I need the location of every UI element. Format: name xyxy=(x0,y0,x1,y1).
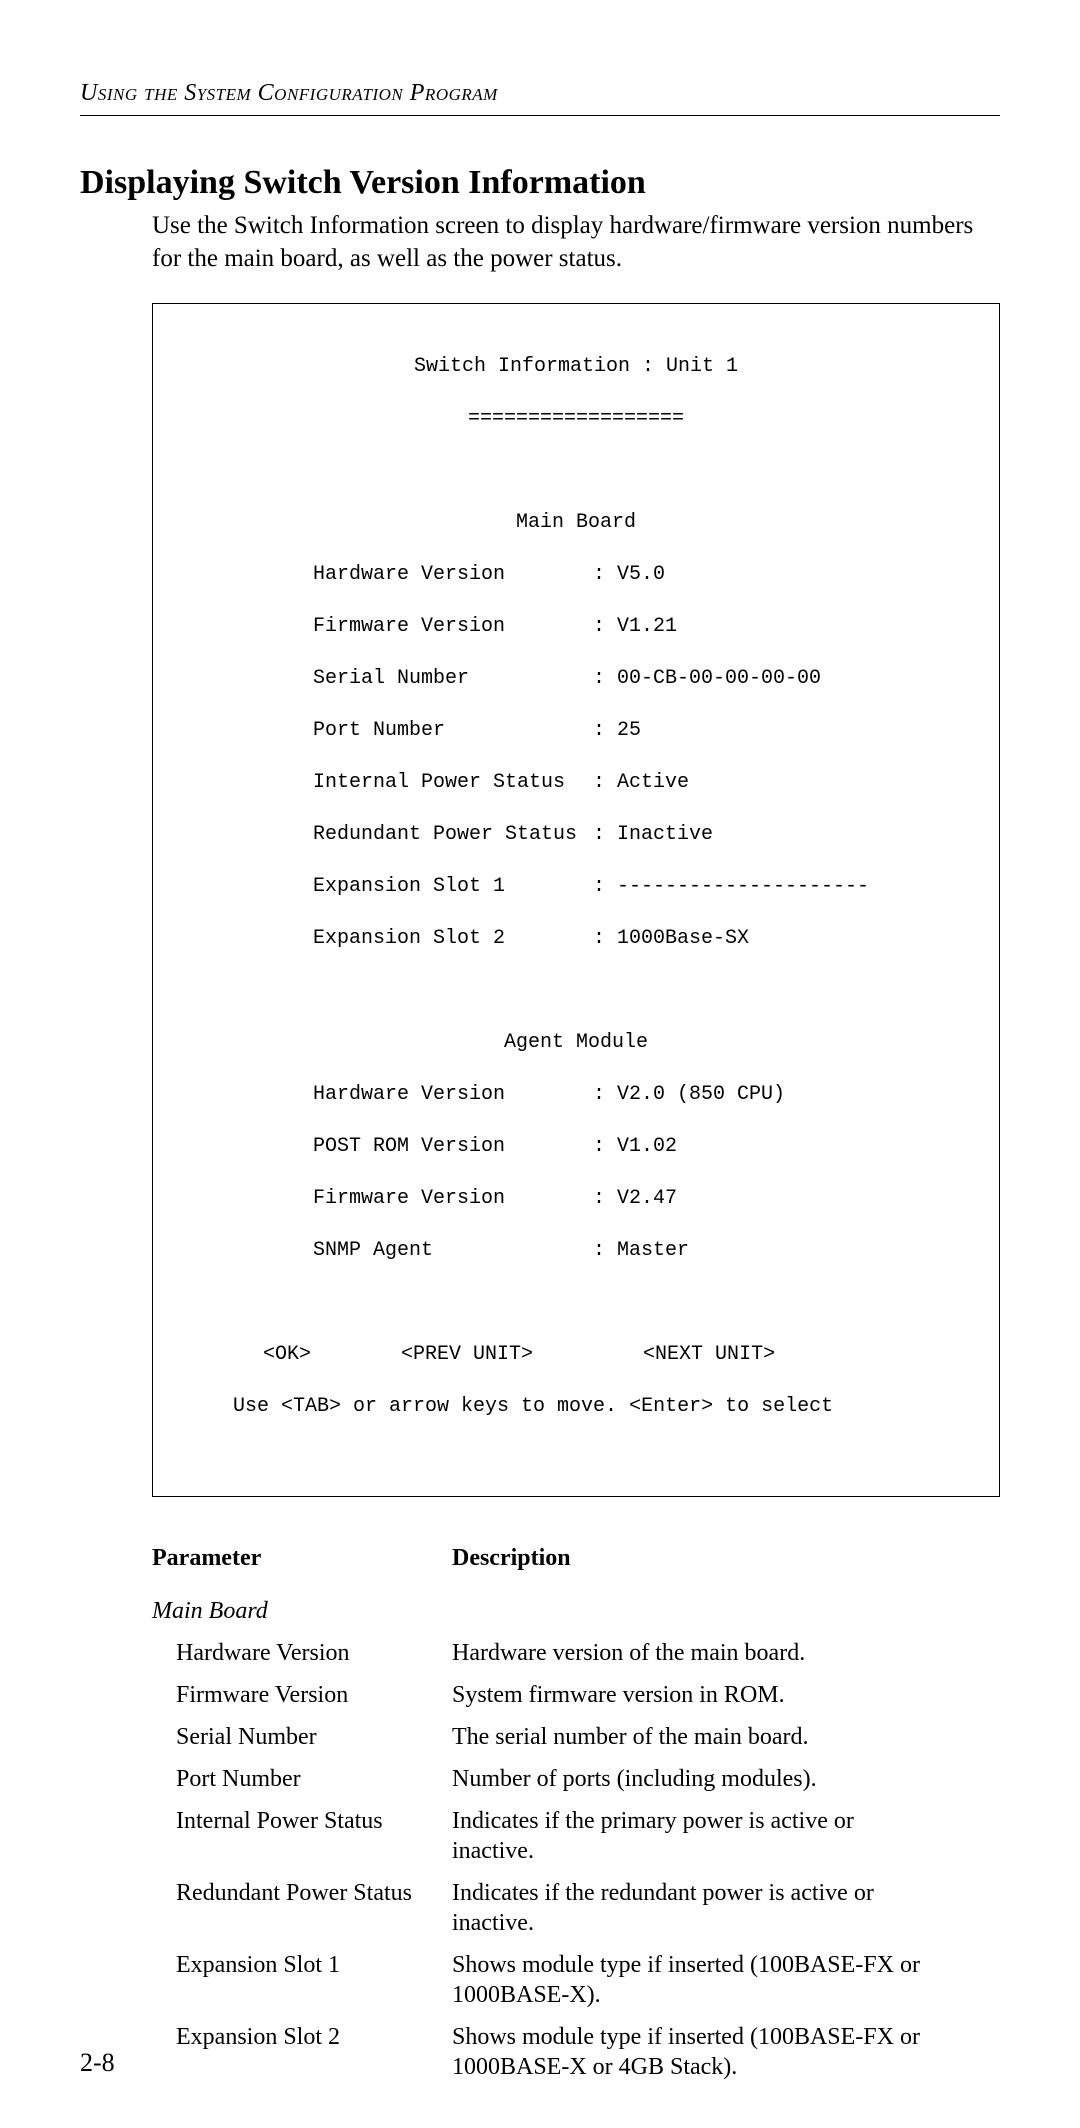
mb-hw-value: V5.0 xyxy=(593,562,665,588)
mb-pn-label: Port Number xyxy=(313,718,593,744)
am-row-post: POST ROM VersionV1.02 xyxy=(163,1134,989,1160)
am-row-snmp: SNMP AgentMaster xyxy=(163,1238,989,1264)
param-name: Internal Power Status xyxy=(152,1800,452,1872)
mb-row-es1: Expansion Slot 1--------------------- xyxy=(163,874,989,900)
table-row: Hardware Version Hardware version of the… xyxy=(152,1632,972,1674)
mb-ips-label: Internal Power Status xyxy=(313,770,593,796)
mb-fw-value: V1.21 xyxy=(593,614,677,640)
param-name: Serial Number xyxy=(152,1716,452,1758)
terminal-title-underline: ================== xyxy=(163,406,989,432)
param-name: Expansion Slot 2 xyxy=(152,2016,452,2088)
param-desc: Indicates if the primary power is active… xyxy=(452,1800,972,1872)
mb-sn-label: Serial Number xyxy=(313,666,593,692)
table-row: Redundant Power Status Indicates if the … xyxy=(152,1872,972,1944)
mb-fw-label: Firmware Version xyxy=(313,614,593,640)
am-snmp-label: SNMP Agent xyxy=(313,1238,593,1264)
param-desc: The serial number of the main board. xyxy=(452,1716,972,1758)
mb-rps-value: Inactive xyxy=(593,822,713,848)
am-fw-label: Firmware Version xyxy=(313,1186,593,1212)
agent-module-header: Agent Module xyxy=(163,1030,989,1056)
col-head-description: Description xyxy=(452,1545,972,1590)
am-hw-label: Hardware Version xyxy=(313,1082,593,1108)
param-name: Firmware Version xyxy=(152,1674,452,1716)
mb-rps-label: Redundant Power Status xyxy=(313,822,593,848)
terminal-hint: Use <TAB> or arrow keys to move. <Enter>… xyxy=(163,1394,989,1420)
mb-ips-value: Active xyxy=(593,770,689,796)
group-head-main-board: Main Board xyxy=(152,1590,972,1632)
mb-es1-label: Expansion Slot 1 xyxy=(313,874,593,900)
param-desc: Shows module type if inserted (100BASE-F… xyxy=(452,1944,972,2016)
terminal-nav: <OK> <PREV UNIT> <NEXT UNIT> xyxy=(163,1342,989,1368)
mb-es1-value: --------------------- xyxy=(593,874,869,900)
table-row: Port Number Number of ports (including m… xyxy=(152,1758,972,1800)
section-title: Displaying Switch Version Information xyxy=(80,164,1000,202)
table-head-row: Parameter Description xyxy=(152,1545,972,1590)
nav-prev[interactable]: <PREV UNIT> xyxy=(401,1342,533,1368)
table-row: Internal Power Status Indicates if the p… xyxy=(152,1800,972,1872)
mb-hw-label: Hardware Version xyxy=(313,562,593,588)
table-row: Expansion Slot 1 Shows module type if in… xyxy=(152,1944,972,2016)
header-rule xyxy=(80,115,1000,116)
param-desc: Hardware version of the main board. xyxy=(452,1632,972,1674)
am-post-value: V1.02 xyxy=(593,1134,677,1160)
param-name: Redundant Power Status xyxy=(152,1872,452,1944)
page-number: 2-8 xyxy=(80,2048,115,2078)
am-row-hw: Hardware VersionV2.0 (850 CPU) xyxy=(163,1082,989,1108)
mb-pn-value: 25 xyxy=(593,718,641,744)
terminal-screenshot: Switch Information : Unit 1 ============… xyxy=(152,303,1000,1497)
am-row-fw: Firmware VersionV2.47 xyxy=(163,1186,989,1212)
intro-paragraph: Use the Switch Information screen to dis… xyxy=(152,210,1000,275)
table-row: Serial Number The serial number of the m… xyxy=(152,1716,972,1758)
group-row-main-board: Main Board xyxy=(152,1590,972,1632)
mb-row-fw: Firmware VersionV1.21 xyxy=(163,614,989,640)
table-row: Firmware Version System firmware version… xyxy=(152,1674,972,1716)
page: Using the System Configuration Program D… xyxy=(0,0,1080,2128)
am-hw-value: V2.0 (850 CPU) xyxy=(593,1082,785,1108)
mb-row-hw: Hardware VersionV5.0 xyxy=(163,562,989,588)
nav-next[interactable]: <NEXT UNIT> xyxy=(643,1342,775,1368)
param-desc: Number of ports (including modules). xyxy=(452,1758,972,1800)
am-snmp-value: Master xyxy=(593,1238,689,1264)
mb-row-pn: Port Number25 xyxy=(163,718,989,744)
table-row: Expansion Slot 2 Shows module type if in… xyxy=(152,2016,972,2088)
col-head-parameter: Parameter xyxy=(152,1545,452,1590)
param-name: Expansion Slot 1 xyxy=(152,1944,452,2016)
mb-sn-value: 00-CB-00-00-00-00 xyxy=(593,666,821,692)
parameter-table: Parameter Description Main Board Hardwar… xyxy=(152,1545,972,2088)
mb-row-es2: Expansion Slot 21000Base-SX xyxy=(163,926,989,952)
param-desc: System firmware version in ROM. xyxy=(452,1674,972,1716)
param-name: Port Number xyxy=(152,1758,452,1800)
mb-row-sn: Serial Number00-CB-00-00-00-00 xyxy=(163,666,989,692)
mb-row-rps: Redundant Power StatusInactive xyxy=(163,822,989,848)
am-fw-value: V2.47 xyxy=(593,1186,677,1212)
mb-es2-value: 1000Base-SX xyxy=(593,926,749,952)
running-head: Using the System Configuration Program xyxy=(80,80,1000,107)
am-post-label: POST ROM Version xyxy=(313,1134,593,1160)
param-desc: Indicates if the redundant power is acti… xyxy=(452,1872,972,1944)
param-name: Hardware Version xyxy=(152,1632,452,1674)
nav-ok[interactable]: <OK> xyxy=(263,1342,311,1368)
main-board-header: Main Board xyxy=(163,510,989,536)
mb-row-ips: Internal Power StatusActive xyxy=(163,770,989,796)
terminal-title: Switch Information : Unit 1 xyxy=(163,354,989,380)
mb-es2-label: Expansion Slot 2 xyxy=(313,926,593,952)
param-desc: Shows module type if inserted (100BASE-F… xyxy=(452,2016,972,2088)
